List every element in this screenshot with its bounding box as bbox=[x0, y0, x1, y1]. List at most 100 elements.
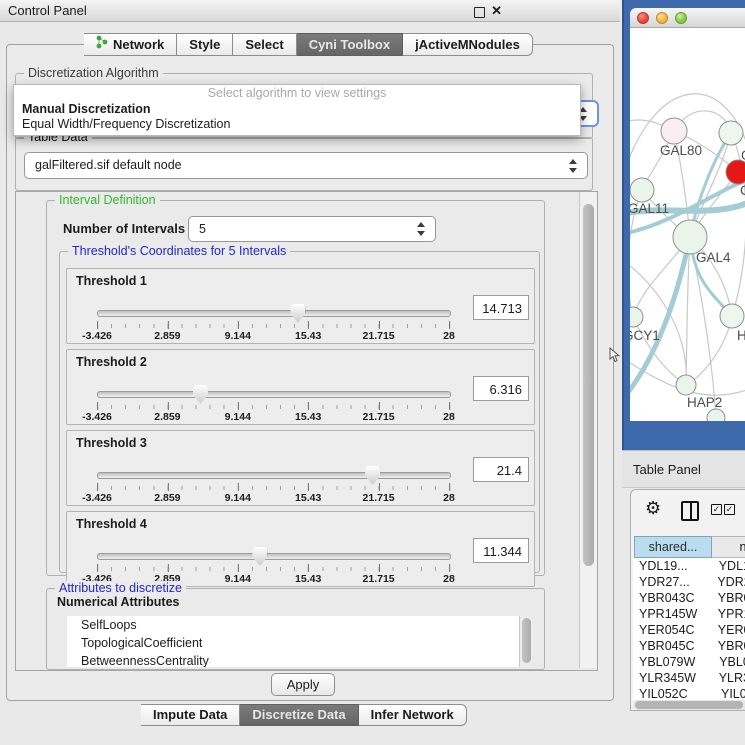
table-row[interactable]: YBR043C YBR0 bbox=[633, 590, 745, 606]
table-cell-shared-name[interactable]: YER054C bbox=[633, 622, 708, 638]
network-node[interactable] bbox=[673, 220, 707, 254]
close-icon[interactable]: ✕ bbox=[491, 0, 502, 22]
attribute-item[interactable]: BetweennessCentrality bbox=[67, 652, 519, 667]
slider-track[interactable] bbox=[97, 472, 451, 479]
num-intervals-combo[interactable]: 5 bbox=[188, 216, 436, 242]
tick-label: 9.144 bbox=[225, 573, 251, 585]
slider-thumb-icon[interactable] bbox=[252, 547, 267, 566]
slider-track[interactable] bbox=[97, 310, 451, 317]
algorithm-option[interactable]: Manual Discretization bbox=[14, 102, 580, 117]
table-row[interactable]: YIL052C YIL0 bbox=[633, 686, 745, 700]
column-header-name[interactable]: na bbox=[712, 536, 745, 558]
tab[interactable]: Select bbox=[233, 33, 296, 56]
threshold-value-field[interactable]: 6.316 bbox=[473, 376, 529, 401]
table-cell-shared-name[interactable]: YBR043C bbox=[633, 590, 708, 606]
table-cell-name[interactable]: YDL1 bbox=[709, 558, 745, 574]
slider-thumb-icon[interactable] bbox=[290, 304, 305, 323]
close-traffic-light-icon[interactable] bbox=[637, 12, 649, 24]
scrollbar-thumb[interactable] bbox=[635, 701, 743, 709]
network-node-label: GAL11 bbox=[630, 201, 669, 216]
table-cell-shared-name[interactable]: YIL052C bbox=[633, 686, 711, 700]
table-cell-name[interactable]: YDR2 bbox=[707, 574, 745, 590]
slider-thumb-icon[interactable] bbox=[193, 385, 208, 404]
threshold-value-field[interactable]: 11.344 bbox=[473, 538, 529, 563]
table-row[interactable]: YLR345W YLR3 bbox=[633, 670, 745, 686]
group-title: Interval Definition bbox=[55, 193, 160, 208]
tab[interactable]: Cyni Toolbox bbox=[297, 33, 403, 56]
network-node[interactable] bbox=[707, 409, 725, 421]
attributes-list[interactable]: SelfLoops TopologicalCoefficient Between… bbox=[67, 616, 519, 667]
table-cell-shared-name[interactable]: YPR145W bbox=[633, 606, 708, 622]
table-row[interactable]: YBR045C YBR0 bbox=[633, 638, 745, 654]
numerical-attributes-label: Numerical Attributes bbox=[57, 595, 179, 609]
network-node[interactable] bbox=[719, 121, 743, 145]
checkbox-icon[interactable]: ✓ bbox=[724, 504, 735, 515]
network-node[interactable] bbox=[661, 118, 687, 144]
table-cell-name[interactable]: YBL0 bbox=[709, 654, 745, 670]
table-cell-name[interactable]: YPR1 bbox=[708, 606, 745, 622]
tick-label: 28 bbox=[443, 492, 455, 504]
zoom-traffic-light-icon[interactable] bbox=[675, 12, 687, 24]
table-cell-shared-name[interactable]: YDR27... bbox=[633, 574, 707, 590]
slider-track[interactable] bbox=[97, 391, 451, 398]
tick-label: 9.144 bbox=[225, 492, 251, 504]
minimize-traffic-light-icon[interactable] bbox=[656, 12, 668, 24]
table-cell-name[interactable]: YIL0 bbox=[711, 686, 745, 700]
scrollbar-thumb[interactable] bbox=[522, 618, 531, 663]
combo-spinner-icon bbox=[416, 222, 426, 236]
network-canvas[interactable]: GAL80GACGAL11GAL4GCY1HHAP2 bbox=[630, 28, 745, 421]
attributes-group: Attributes to discretize Numerical Attri… bbox=[46, 588, 545, 670]
attributes-list-scrollbar[interactable] bbox=[519, 616, 533, 667]
tick-label: 2.859 bbox=[154, 330, 180, 342]
table-cell-name[interactable]: YBR0 bbox=[708, 590, 745, 606]
network-node[interactable] bbox=[676, 375, 696, 395]
table-row[interactable]: YER054C YER0 bbox=[633, 622, 745, 638]
threshold-value-field[interactable]: 14.713 bbox=[473, 295, 529, 320]
split-view-icon[interactable] bbox=[681, 501, 699, 521]
main-scrollbar[interactable] bbox=[579, 192, 597, 668]
network-node[interactable] bbox=[726, 160, 745, 184]
attribute-item[interactable]: TopologicalCoefficient bbox=[67, 634, 519, 652]
threshold-label: Threshold 2 bbox=[76, 355, 147, 369]
column-header-shared[interactable]: shared... bbox=[634, 536, 712, 558]
table-cell-name[interactable]: YLR3 bbox=[709, 670, 745, 686]
float-window-icon[interactable] bbox=[474, 7, 485, 18]
tick-label: 15.43 bbox=[295, 411, 321, 423]
table-cell-shared-name[interactable]: YDL19... bbox=[633, 558, 709, 574]
scrollbar-thumb[interactable] bbox=[583, 204, 594, 566]
table-row[interactable]: YBL079W YBL0 bbox=[633, 654, 745, 670]
bottom-tab[interactable]: Infer Network bbox=[359, 704, 467, 726]
network-node[interactable] bbox=[630, 178, 654, 202]
bottom-tab[interactable]: Discretize Data bbox=[240, 704, 358, 726]
slider-track[interactable] bbox=[97, 553, 451, 560]
bottom-tab-label: Infer Network bbox=[371, 705, 454, 725]
table-row[interactable]: YPR145W YPR1 bbox=[633, 606, 745, 622]
tab[interactable]: Network bbox=[84, 33, 177, 56]
table-horizontal-scrollbar[interactable] bbox=[633, 700, 745, 710]
network-tab-icon bbox=[96, 34, 108, 55]
table-cell-shared-name[interactable]: YBL079W bbox=[633, 654, 709, 670]
attribute-item[interactable]: SelfLoops bbox=[67, 616, 519, 634]
gear-icon[interactable]: ⚙ bbox=[645, 498, 661, 519]
tab[interactable]: Style bbox=[177, 33, 233, 56]
table-cell-shared-name[interactable]: YLR345W bbox=[633, 670, 709, 686]
tick-label: 21.715 bbox=[363, 330, 395, 342]
checkbox-icon[interactable]: ✓ bbox=[711, 504, 722, 515]
table-data-combo[interactable]: galFiltered.sif default node bbox=[24, 152, 588, 179]
table-cell-name[interactable]: YBR0 bbox=[708, 638, 745, 654]
threshold-label: Threshold 3 bbox=[76, 436, 147, 450]
tick-label: 28 bbox=[443, 573, 455, 585]
threshold-value-field[interactable]: 21.4 bbox=[473, 457, 529, 482]
apply-button[interactable]: Apply bbox=[271, 673, 335, 696]
algorithm-option[interactable]: Equal Width/Frequency Discretization bbox=[14, 117, 580, 132]
table-row[interactable]: YDR27... YDR2 bbox=[633, 574, 745, 590]
bottom-tab[interactable]: Impute Data bbox=[141, 704, 240, 726]
table-cell-shared-name[interactable]: YBR045C bbox=[633, 638, 708, 654]
table-cell-name[interactable]: YER0 bbox=[708, 622, 745, 638]
slider-minor-ticks bbox=[97, 405, 450, 409]
network-node[interactable] bbox=[630, 307, 643, 327]
table-row[interactable]: YDL19... YDL1 bbox=[633, 558, 745, 574]
network-node[interactable] bbox=[720, 304, 744, 328]
tab[interactable]: jActiveMNodules bbox=[403, 33, 533, 56]
mouse-cursor bbox=[609, 347, 621, 368]
